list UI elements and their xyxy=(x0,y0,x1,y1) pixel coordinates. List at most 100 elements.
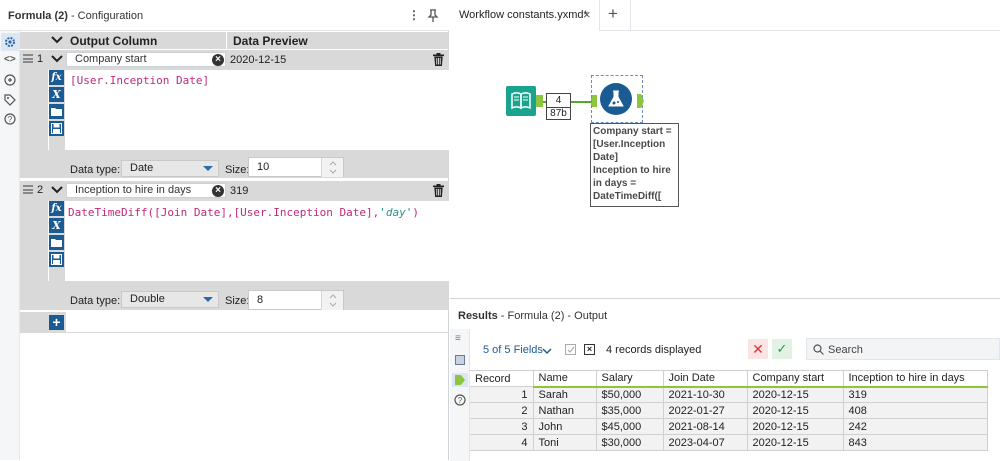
salary-cell: $50,000 xyxy=(595,386,664,403)
search-input[interactable]: Search xyxy=(806,338,1000,360)
expression-text: DateTimeDiff([Join Date],[User.Inception… xyxy=(68,206,420,219)
join-date-cell: 2023-04-07 xyxy=(662,434,748,451)
record-cell: 4 xyxy=(470,434,534,451)
data-type-label: Data type: xyxy=(70,164,121,176)
column-header[interactable]: Company start xyxy=(746,370,844,388)
add-row-button[interactable]: + xyxy=(49,315,64,330)
open-folder-icon[interactable] xyxy=(49,235,64,250)
table-icon[interactable] xyxy=(455,355,465,365)
add-row-bar xyxy=(20,312,48,332)
results-panel: Results - Formula (2) - Output ≡ ? 5 of … xyxy=(450,298,1000,461)
row-1-handle[interactable]: 1 xyxy=(20,50,48,178)
trash-icon[interactable] xyxy=(433,184,444,200)
fields-selector[interactable]: 5 of 5 Fields xyxy=(483,344,543,356)
salary-cell: $35,000 xyxy=(595,402,664,419)
company-start-cell: 2020-12-15 xyxy=(746,434,844,451)
annotation-line: in days = xyxy=(593,178,637,189)
row-2-handle[interactable]: 2 xyxy=(20,181,48,310)
stepper-buttons[interactable] xyxy=(321,158,343,177)
new-tab-button[interactable]: + xyxy=(608,4,618,24)
function-icon[interactable]: fx xyxy=(49,70,64,85)
help-icon[interactable]: ? xyxy=(4,113,16,128)
row-number: 1 xyxy=(37,53,44,65)
list-icon[interactable]: ≡ xyxy=(455,334,465,344)
workflow-canvas[interactable]: 4 87b Company start = [User.Inception Da… xyxy=(450,31,1000,298)
save-icon[interactable] xyxy=(49,252,64,267)
tab-divider xyxy=(630,0,631,31)
config-sidebar: <> ? xyxy=(0,31,20,460)
table-row[interactable]: 2 Nathan $35,000 2022-01-27 2020-12-15 4… xyxy=(470,402,988,419)
output-column-field[interactable]: Inception to hire in days xyxy=(66,183,226,198)
save-icon[interactable] xyxy=(49,121,64,136)
tab-workflow[interactable]: Workflow constants.yxmd* × xyxy=(450,0,600,31)
annotation-icon[interactable] xyxy=(4,74,16,89)
configuration-title: Formula (2) - Configuration xyxy=(8,10,144,22)
chevron-down-icon[interactable] xyxy=(51,36,63,48)
search-icon xyxy=(813,344,824,355)
salary-cell: $45,000 xyxy=(595,418,664,435)
records-count: 4 records displayed xyxy=(606,344,702,356)
join-date-cell: 2021-10-30 xyxy=(662,386,748,403)
size-label: Size: xyxy=(225,295,250,307)
column-header[interactable]: Inception to hire in days xyxy=(842,370,988,388)
output-anchor[interactable] xyxy=(536,95,543,107)
close-icon[interactable]: × xyxy=(583,7,591,22)
inception-days-cell: 242 xyxy=(842,418,988,435)
data-type-label: Data type: xyxy=(70,295,121,307)
size-label: Size: xyxy=(225,164,250,176)
clear-icon[interactable]: × xyxy=(212,185,224,197)
pin-icon[interactable] xyxy=(427,9,439,22)
results-title: Results - Formula (2) - Output xyxy=(458,310,608,322)
scrollbar[interactable] xyxy=(988,370,1000,461)
column-header[interactable]: Salary xyxy=(595,370,664,388)
drag-handle-icon[interactable] xyxy=(23,185,33,194)
table-row[interactable]: 4 Toni $30,000 2023-04-07 2020-12-15 843 xyxy=(470,434,988,451)
data-preview-value: 2020-12-15 xyxy=(230,54,287,66)
formula-tool-node[interactable] xyxy=(600,83,632,115)
configuration-header: Formula (2) - Configuration ⋮ xyxy=(0,0,449,31)
size-value: 8 xyxy=(257,294,264,306)
table-row[interactable]: 3 John $45,000 2021-08-14 2020-12-15 242 xyxy=(470,418,988,435)
tag-icon[interactable] xyxy=(4,94,16,109)
code-icon[interactable]: <> xyxy=(4,54,16,65)
chevron-down-icon[interactable] xyxy=(51,55,63,67)
gear-icon[interactable] xyxy=(4,36,16,51)
row-1-datatype-bar: Data type: Date Size: 10 xyxy=(66,150,449,178)
variable-icon[interactable]: X xyxy=(49,218,64,233)
drag-handle-icon[interactable] xyxy=(23,54,33,63)
record-cell: 2 xyxy=(470,402,534,419)
help-icon[interactable]: ? xyxy=(454,394,466,409)
chevron-down-icon[interactable] xyxy=(542,346,552,358)
clear-filter-icon[interactable]: × xyxy=(584,344,595,355)
table-row[interactable]: 1 Sarah $50,000 2021-10-30 2020-12-15 31… xyxy=(470,386,988,403)
open-folder-icon[interactable] xyxy=(49,104,64,119)
company-start-cell: 2020-12-15 xyxy=(746,386,844,403)
column-header[interactable]: Name xyxy=(532,370,597,388)
accept-button[interactable]: ✓ xyxy=(772,339,792,359)
toolbar-filler xyxy=(48,150,66,178)
chevron-down-icon[interactable] xyxy=(51,186,63,198)
chevron-down-icon[interactable] xyxy=(203,297,213,302)
book-icon xyxy=(511,92,531,110)
clear-icon[interactable]: × xyxy=(212,54,224,66)
function-icon[interactable]: fx xyxy=(49,201,64,216)
column-header[interactable]: Join Date xyxy=(662,370,748,388)
annotation-line: [User.Inception xyxy=(593,139,666,150)
input-tool-node[interactable] xyxy=(506,86,536,116)
expression-editor[interactable]: DateTimeDiff([Join Date],[User.Inception… xyxy=(66,201,449,281)
data-type-value: Date xyxy=(130,162,154,174)
stepper-buttons[interactable] xyxy=(321,291,343,310)
join-date-cell: 2021-08-14 xyxy=(662,418,748,435)
chevron-down-icon[interactable] xyxy=(203,166,213,171)
variable-icon[interactable]: X xyxy=(49,87,64,102)
trash-icon[interactable] xyxy=(433,53,444,69)
divider xyxy=(20,332,449,333)
reject-button[interactable]: ✕ xyxy=(748,339,768,359)
edit-icon[interactable] xyxy=(565,344,576,355)
name-cell: Nathan xyxy=(532,402,597,419)
output-column-field[interactable]: Company start xyxy=(66,52,226,67)
annotation-line: DateTimeDiff([ xyxy=(593,191,662,202)
kebab-menu-icon[interactable]: ⋮ xyxy=(408,8,420,22)
column-header[interactable]: Record xyxy=(470,370,534,387)
expression-editor[interactable]: [User.Inception Date] xyxy=(66,70,449,150)
